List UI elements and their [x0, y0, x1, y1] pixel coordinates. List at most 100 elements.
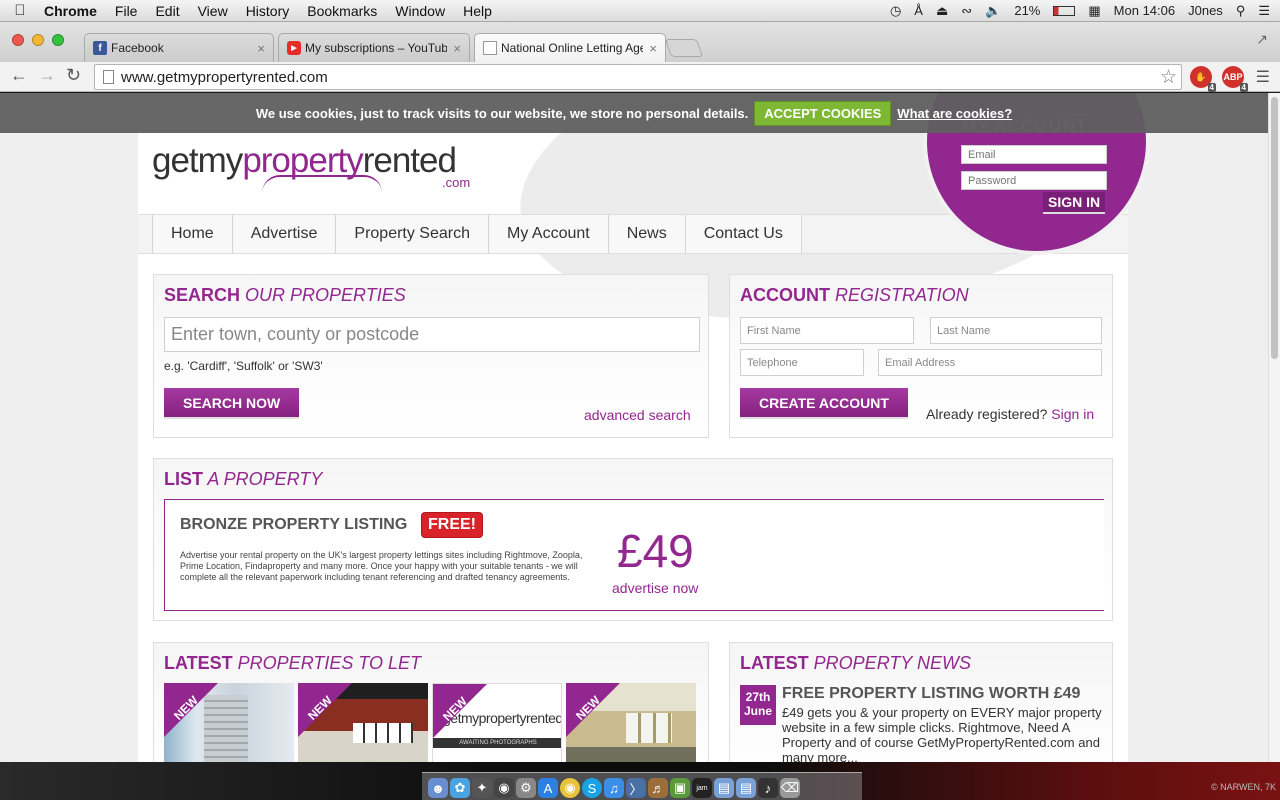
close-tab-icon[interactable]: × [257, 41, 265, 56]
property-thumbnail[interactable]: NEW [566, 683, 696, 762]
adblock-icon[interactable]: ✋ 4 [1190, 66, 1216, 92]
jammit-icon[interactable]: jam [692, 778, 712, 798]
sign-in-link[interactable]: Sign in [1051, 406, 1094, 422]
time-machine-icon[interactable]: ◷ [890, 3, 901, 19]
sign-in-button[interactable]: SIGN IN [1043, 192, 1106, 214]
wifi-icon[interactable]: ∾ [961, 3, 972, 19]
menu-file[interactable]: File [106, 3, 147, 19]
nav-contact-us[interactable]: Contact Us [685, 215, 802, 253]
advertise-now-link[interactable]: advertise now [612, 580, 698, 596]
scrollbar-thumb[interactable] [1271, 97, 1278, 359]
title-bold: LATEST [740, 653, 809, 673]
search-now-button[interactable]: SEARCH NOW [164, 388, 300, 419]
clock[interactable]: Mon 14:06 [1114, 3, 1175, 18]
chrome-icon[interactable]: ◉ [560, 778, 580, 798]
minecraft-icon[interactable]: ▣ [670, 778, 690, 798]
create-account-button[interactable]: CREATE ACCOUNT [740, 388, 908, 419]
property-thumbnail[interactable]: NEW getmypropertyrented AWAITING PHOTOGR… [432, 683, 562, 762]
music-folder-icon[interactable]: ♪ [758, 778, 778, 798]
property-thumbnail[interactable]: NEW [164, 683, 294, 762]
site-logo[interactable]: getmypropertyrented .com [152, 141, 470, 190]
minimize-window-button[interactable] [32, 34, 44, 46]
close-tab-icon[interactable]: × [453, 41, 461, 56]
safari-icon[interactable]: ✿ [450, 778, 470, 798]
user-menu[interactable]: J0nes [1188, 3, 1223, 18]
nav-advertise[interactable]: Advertise [232, 215, 337, 253]
calendar-icon[interactable]: ▦ [1088, 3, 1100, 19]
forward-icon[interactable]: → [38, 65, 56, 86]
trash-icon[interactable]: ⌫ [780, 778, 800, 798]
chrome-menu-icon[interactable]: ☰ [1256, 67, 1270, 87]
app-store-icon[interactable]: A [538, 778, 558, 798]
apple-menu-icon[interactable]:  [0, 2, 40, 19]
battery-percent[interactable]: 21% [1014, 3, 1040, 18]
advanced-search-link[interactable]: advanced search [584, 407, 691, 423]
page-scrollbar[interactable] [1268, 93, 1280, 762]
tab-facebook[interactable]: f Facebook × [84, 33, 274, 62]
documents-folder-icon[interactable]: ▤ [736, 778, 756, 798]
extension-badge-count: 4 [1207, 83, 1216, 92]
page-icon [103, 70, 114, 84]
close-window-button[interactable] [12, 34, 24, 46]
menu-window[interactable]: Window [386, 3, 454, 19]
bronze-listing-card[interactable]: BRONZE PROPERTY LISTING FREE! Advertise … [164, 499, 1104, 611]
list-property-title: LIST A PROPERTY [164, 469, 322, 490]
battery-icon[interactable] [1053, 5, 1076, 16]
already-registered: Already registered? Sign in [926, 406, 1094, 422]
zoom-window-button[interactable] [52, 34, 64, 46]
tab-letting-agent[interactable]: National Online Letting Agent × [474, 33, 666, 62]
free-badge: FREE! [421, 512, 483, 538]
location-search-input[interactable]: Enter town, county or postcode [164, 317, 700, 352]
mission-control-icon[interactable]: ◉ [494, 778, 514, 798]
first-name-field[interactable]: First Name [740, 317, 914, 344]
close-tab-icon[interactable]: × [649, 41, 657, 56]
login-email-input[interactable] [961, 145, 1107, 164]
already-registered-text: Already registered? [926, 406, 1048, 422]
menu-view[interactable]: View [189, 3, 237, 19]
nav-property-search[interactable]: Property Search [336, 215, 489, 253]
applications-folder-icon[interactable]: ▤ [714, 778, 734, 798]
news-body: £49 gets you & your property on EVERY ma… [782, 705, 1102, 762]
menu-history[interactable]: History [237, 3, 299, 19]
tab-youtube[interactable]: ▶ My subscriptions – YouTube × [278, 33, 470, 62]
bookmark-star-icon[interactable]: ☆ [1160, 66, 1177, 89]
dock: ☻ ✿ ✦ ◉ ⚙ A ◉ S ♫ 〉 ♬ ▣ jam ▤ ▤ ♪ ⌫ [422, 772, 862, 800]
menu-bookmarks[interactable]: Bookmarks [298, 3, 386, 19]
terminal-icon[interactable]: 〉 [626, 778, 646, 798]
fullscreen-icon[interactable]: ↗ [1256, 31, 1268, 48]
notification-center-icon[interactable]: ☰ [1258, 3, 1270, 19]
login-password-input[interactable] [961, 171, 1107, 190]
accept-cookies-button[interactable]: ACCEPT COOKIES [754, 100, 892, 126]
property-thumbnail[interactable]: NEW [298, 683, 428, 762]
nav-news[interactable]: News [608, 215, 686, 253]
nav-my-account[interactable]: My Account [489, 215, 609, 253]
adblock-plus-icon[interactable]: ABP 4 [1222, 66, 1248, 92]
new-tab-button[interactable] [664, 39, 704, 57]
email-address-field[interactable]: Email Address [878, 349, 1102, 376]
system-preferences-icon[interactable]: ⚙ [516, 778, 536, 798]
reload-icon[interactable]: ↻ [66, 65, 81, 86]
menu-edit[interactable]: Edit [146, 3, 188, 19]
eject-icon[interactable]: ⏏ [936, 3, 948, 19]
address-bar[interactable]: www.getmypropertyrented.com ☆ [94, 64, 1182, 90]
itunes-icon[interactable]: ♫ [604, 778, 624, 798]
telephone-field[interactable]: Telephone [740, 349, 864, 376]
property-news-title: LATEST PROPERTY NEWS [740, 653, 971, 674]
cookie-banner: We use cookies, just to track visits to … [0, 93, 1268, 133]
what-are-cookies-link[interactable]: What are cookies? [897, 106, 1012, 121]
app-menu[interactable]: Chrome [40, 3, 106, 19]
launchpad-icon[interactable]: ✦ [472, 778, 492, 798]
back-icon[interactable]: ← [10, 65, 28, 86]
volume-icon[interactable]: 🔈 [985, 3, 1001, 19]
skype-icon[interactable]: S [582, 778, 602, 798]
menu-help[interactable]: Help [454, 3, 501, 19]
tab-title: My subscriptions – YouTube [305, 41, 448, 55]
last-name-field[interactable]: Last Name [930, 317, 1102, 344]
finder-icon[interactable]: ☻ [428, 778, 448, 798]
garageband-icon[interactable]: ♬ [648, 778, 668, 798]
news-headline[interactable]: FREE PROPERTY LISTING WORTH £49 [782, 685, 1080, 703]
bluetooth-icon[interactable]: Å [914, 3, 923, 18]
spotlight-search-icon[interactable]: ⚲ [1236, 3, 1246, 19]
url-text[interactable]: www.getmypropertyrented.com [121, 69, 328, 86]
nav-home[interactable]: Home [152, 215, 233, 253]
